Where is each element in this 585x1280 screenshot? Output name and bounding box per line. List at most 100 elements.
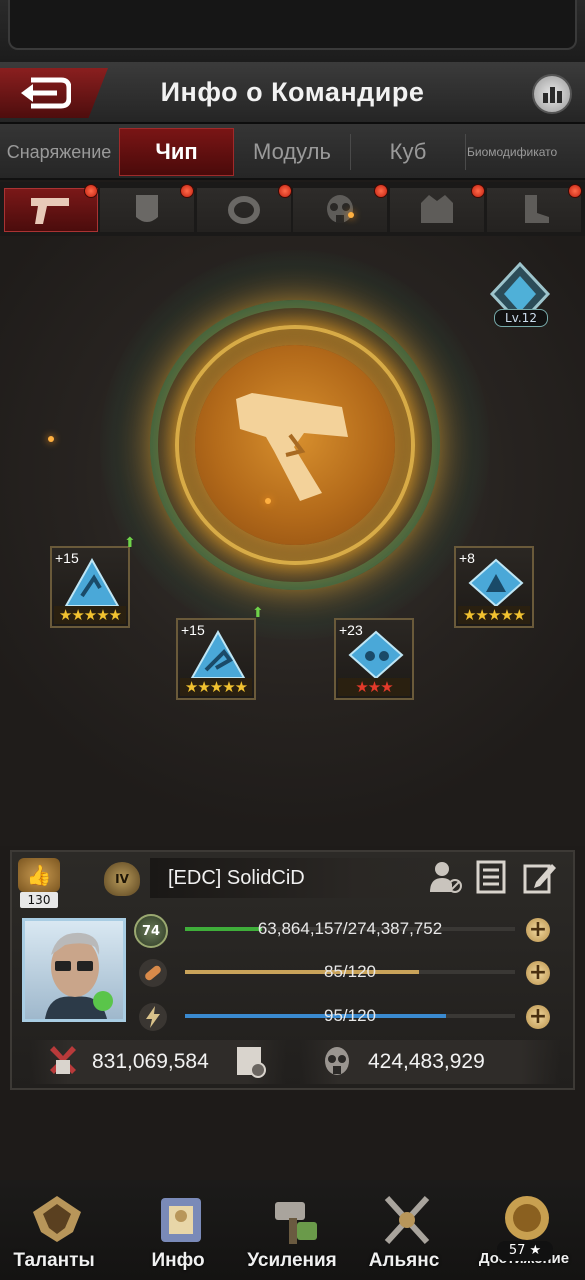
page-title: Инфо о Командире bbox=[160, 77, 425, 107]
star-icon: ★ bbox=[184, 678, 198, 696]
thumbs-up-icon[interactable]: 👍 bbox=[18, 858, 60, 892]
star-icon: ★ bbox=[222, 678, 235, 696]
crossed-swords-icon bbox=[384, 1195, 430, 1245]
nav-boosts[interactable]: Усиления bbox=[242, 1192, 342, 1280]
tab-module[interactable]: Модуль bbox=[236, 128, 348, 176]
add-energy-button[interactable]: + bbox=[526, 1005, 550, 1029]
star-icon: ★ bbox=[209, 678, 223, 696]
star-icon: ★ bbox=[96, 606, 109, 624]
rank-badge: IV bbox=[104, 862, 140, 896]
stamina-pill-icon bbox=[139, 959, 167, 987]
chip-stars: ★ ★ ★ ★ ★ bbox=[180, 678, 252, 696]
slot-ring[interactable] bbox=[197, 188, 291, 232]
slot-mask[interactable] bbox=[293, 188, 387, 232]
trophy-icon bbox=[505, 1196, 549, 1240]
chip-stars: ★ ★ ★ ★ ★ bbox=[458, 606, 530, 624]
likes-count: 130 bbox=[20, 892, 58, 908]
stats-button[interactable] bbox=[532, 74, 572, 114]
achievement-badge: 57 ★ bbox=[497, 1241, 553, 1261]
chip-slot-3[interactable]: +23 ★ ★ ★ bbox=[334, 618, 414, 700]
back-arrow-icon bbox=[21, 77, 71, 109]
block-user-icon[interactable] bbox=[428, 860, 464, 894]
stamina-text: 85/120 bbox=[324, 962, 376, 981]
tab-biomod[interactable]: Биомодификато bbox=[467, 128, 575, 176]
notification-dot bbox=[180, 184, 194, 198]
upgrade-arrow-icon: ⬆ bbox=[252, 605, 264, 621]
notification-dot bbox=[374, 184, 388, 198]
top-strip bbox=[0, 0, 585, 62]
upgrade-arrow-icon: ⬆ bbox=[124, 535, 136, 551]
star-icon: ★ bbox=[197, 678, 210, 696]
glow-particle bbox=[348, 212, 354, 218]
blue-diamond-chip-icon bbox=[468, 558, 524, 608]
slot-boots[interactable] bbox=[487, 188, 581, 232]
talents-icon bbox=[33, 1196, 81, 1242]
pistol-icon bbox=[31, 198, 69, 224]
tab-cube[interactable]: Куб bbox=[352, 128, 464, 176]
star-icon: ★ bbox=[512, 606, 526, 624]
tab-divider bbox=[350, 134, 351, 170]
blue-triangle-chip-icon bbox=[64, 558, 120, 607]
blue-triangle-chip-icon bbox=[190, 630, 246, 679]
tab-equipment[interactable]: Снаряжение bbox=[0, 128, 118, 176]
chip-slot-4[interactable]: +8 ★ ★ ★ ★ ★ bbox=[454, 546, 534, 628]
nav-label: Таланты bbox=[13, 1250, 95, 1271]
chip-slot-2[interactable]: +15 ★ ★ ★ ★ ★ bbox=[176, 618, 256, 700]
nav-talents[interactable]: Таланты bbox=[4, 1192, 104, 1280]
bar-chart-icon bbox=[542, 93, 548, 103]
nav-info[interactable]: Инфо bbox=[128, 1192, 228, 1280]
exp-text: 63,864,157/274,387,752 bbox=[257, 919, 443, 938]
star-icon: ★ bbox=[234, 678, 248, 696]
add-stamina-button[interactable]: + bbox=[526, 961, 550, 985]
power-details-icon[interactable] bbox=[234, 1044, 268, 1078]
nav-label: Инфо bbox=[151, 1250, 205, 1271]
pistol-icon bbox=[236, 393, 348, 501]
list-icon[interactable] bbox=[474, 860, 510, 894]
info-scroll-icon bbox=[161, 1198, 201, 1242]
slot-armor[interactable] bbox=[100, 188, 194, 232]
star-icon: ★ bbox=[83, 606, 97, 624]
nav-achievements[interactable]: Достижение bbox=[474, 1192, 574, 1280]
nav-label: Усиления bbox=[247, 1250, 337, 1271]
add-exp-button[interactable]: + bbox=[526, 918, 550, 942]
star-icon: ★ bbox=[108, 606, 122, 624]
exp-icon bbox=[138, 914, 168, 944]
star-icon: ★ bbox=[367, 678, 381, 696]
hammer-icon bbox=[275, 1202, 317, 1244]
nav-alliance[interactable]: Альянс bbox=[354, 1192, 454, 1280]
armor-plate-icon bbox=[136, 195, 158, 222]
avatar[interactable] bbox=[22, 918, 126, 1022]
star-icon: ★ bbox=[500, 606, 513, 624]
player-name: [EDC] SolidCiD bbox=[168, 867, 305, 889]
kills-value: 424,483,929 bbox=[368, 1050, 485, 1073]
notification-dot bbox=[471, 184, 485, 198]
energy-bolt-icon bbox=[139, 1003, 167, 1031]
notification-dot bbox=[278, 184, 292, 198]
commander-portrait bbox=[45, 932, 113, 1019]
star-icon: ★ bbox=[462, 606, 476, 624]
notification-dot bbox=[568, 184, 582, 198]
gas-mask-icon bbox=[327, 195, 353, 223]
tab-divider bbox=[465, 134, 466, 170]
star-icon: ★ bbox=[58, 606, 72, 624]
jacket-icon bbox=[421, 195, 453, 223]
chip-slot-1[interactable]: +15 ★ ★ ★ ★ ★ bbox=[50, 546, 130, 628]
chip-core[interactable] bbox=[195, 345, 395, 545]
star-icon: ★ bbox=[487, 606, 501, 624]
glow-particle bbox=[48, 436, 54, 442]
star-icon: ★ bbox=[380, 678, 393, 696]
energy-text: 95/120 bbox=[324, 1006, 376, 1025]
star-icon: ★ bbox=[475, 606, 488, 624]
chip-level-label: Lv.12 bbox=[494, 309, 548, 327]
blue-diamond-chip-icon bbox=[348, 630, 404, 680]
ring-icon bbox=[228, 196, 260, 224]
glow-particle bbox=[265, 498, 271, 504]
chip-stars: ★ ★ ★ ★ ★ bbox=[54, 606, 126, 624]
notification-dot bbox=[84, 184, 98, 198]
power-value: 831,069,584 bbox=[92, 1050, 209, 1073]
slot-jacket[interactable] bbox=[390, 188, 484, 232]
edit-icon[interactable] bbox=[522, 860, 558, 894]
slot-pistol[interactable] bbox=[4, 188, 98, 232]
chip-stars: ★ ★ ★ bbox=[338, 678, 410, 696]
tab-chip[interactable]: Чип bbox=[119, 128, 234, 176]
